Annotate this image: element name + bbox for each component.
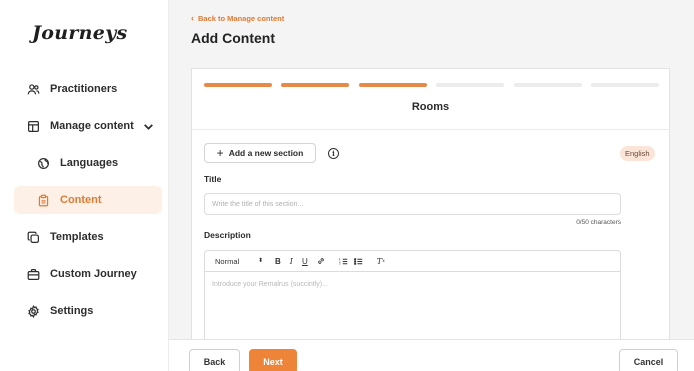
sidebar-item-templates[interactable]: Templates (14, 223, 162, 251)
gear-icon (26, 304, 40, 318)
bullet-list-icon[interactable] (353, 257, 363, 266)
sidebar-item-languages[interactable]: Languages (14, 149, 162, 177)
info-icon[interactable]: i (328, 148, 339, 159)
back-button[interactable]: Back (189, 349, 240, 371)
briefcase-icon (26, 267, 40, 281)
sidebar-item-label: Templates (50, 231, 104, 243)
sidebar-item-content[interactable]: Content (14, 186, 162, 214)
sidebar-item-manage-content[interactable]: Manage content (14, 112, 162, 140)
sidebar-item-label: Practitioners (50, 83, 118, 95)
step-2 (281, 83, 350, 87)
description-editor[interactable]: Normal ⬍ B I U 123 Tx Introduce your Rem… (204, 250, 621, 349)
add-section-button[interactable]: + Add a new section (204, 143, 316, 163)
step-3 (358, 83, 427, 87)
sidebar-item-label: Manage content (50, 120, 134, 132)
description-placeholder: Introduce your Remalrus (succintly)... (212, 281, 328, 288)
plus-icon: + (216, 146, 224, 160)
sidebar-item-label: Settings (50, 305, 94, 317)
title-placeholder: Write the title of this section... (212, 200, 304, 208)
layout-icon (26, 119, 40, 133)
card-divider (192, 129, 669, 130)
title-input[interactable]: Write the title of this section... (204, 193, 621, 215)
step-1 (204, 83, 272, 87)
add-section-label: Add a new section (228, 148, 304, 158)
sidebar-item-label: Languages (60, 157, 119, 169)
sidebar-item-label: Content (60, 194, 102, 206)
clear-format-icon[interactable]: Tx (377, 257, 385, 266)
ordered-list-icon[interactable]: 123 (339, 257, 348, 266)
format-select-value: Normal (215, 256, 240, 266)
step-5 (513, 83, 582, 87)
editor-toolbar: Normal ⬍ B I U 123 Tx (205, 251, 620, 272)
sidebar-item-settings[interactable]: Settings (14, 297, 162, 325)
title-character-counter: 0/50 characters (576, 219, 621, 226)
users-icon (26, 82, 40, 96)
link-icon[interactable] (317, 257, 325, 265)
step-4 (436, 83, 505, 87)
step-6 (590, 83, 659, 87)
clipboard-icon (36, 193, 50, 207)
sidebar-item-practitioners[interactable]: Practitioners (14, 75, 162, 103)
content-card: Rooms + Add a new section i English Titl… (191, 68, 670, 349)
chevron-down-icon[interactable] (142, 120, 155, 133)
back-link-label: Back to Manage content (198, 13, 285, 23)
description-label: Description (204, 230, 251, 240)
page-title: Add Content (191, 30, 275, 46)
svg-text:3: 3 (339, 261, 341, 265)
footer-bar: Back Next Cancel (169, 339, 694, 371)
back-to-manage-content-link[interactable]: ‹ Back to Manage content (191, 13, 284, 23)
language-badge: English (620, 146, 655, 161)
sidebar-item-custom-journey[interactable]: Custom Journey (14, 260, 162, 288)
globe-icon (36, 156, 50, 170)
select-arrows-icon: ⬍ (257, 257, 263, 264)
title-label: Title (204, 174, 222, 184)
chevron-left-icon: ‹ (191, 13, 194, 23)
copy-icon (26, 230, 40, 244)
progress-stepper (204, 83, 659, 87)
next-button[interactable]: Next (249, 349, 297, 371)
underline-button[interactable]: U (302, 257, 308, 266)
italic-button[interactable]: I (290, 257, 293, 266)
main-content: ‹ Back to Manage content Add Content Roo… (169, 0, 694, 371)
app-logo: Journeys (32, 22, 128, 44)
sidebar: Journeys Practitioners Manage content La… (10, 0, 168, 371)
step-title: Rooms (411, 101, 450, 113)
sidebar-item-label: Custom Journey (50, 268, 137, 280)
bold-button[interactable]: B (275, 257, 281, 266)
cancel-button[interactable]: Cancel (619, 349, 678, 371)
format-select[interactable]: Normal ⬍ (215, 257, 263, 266)
